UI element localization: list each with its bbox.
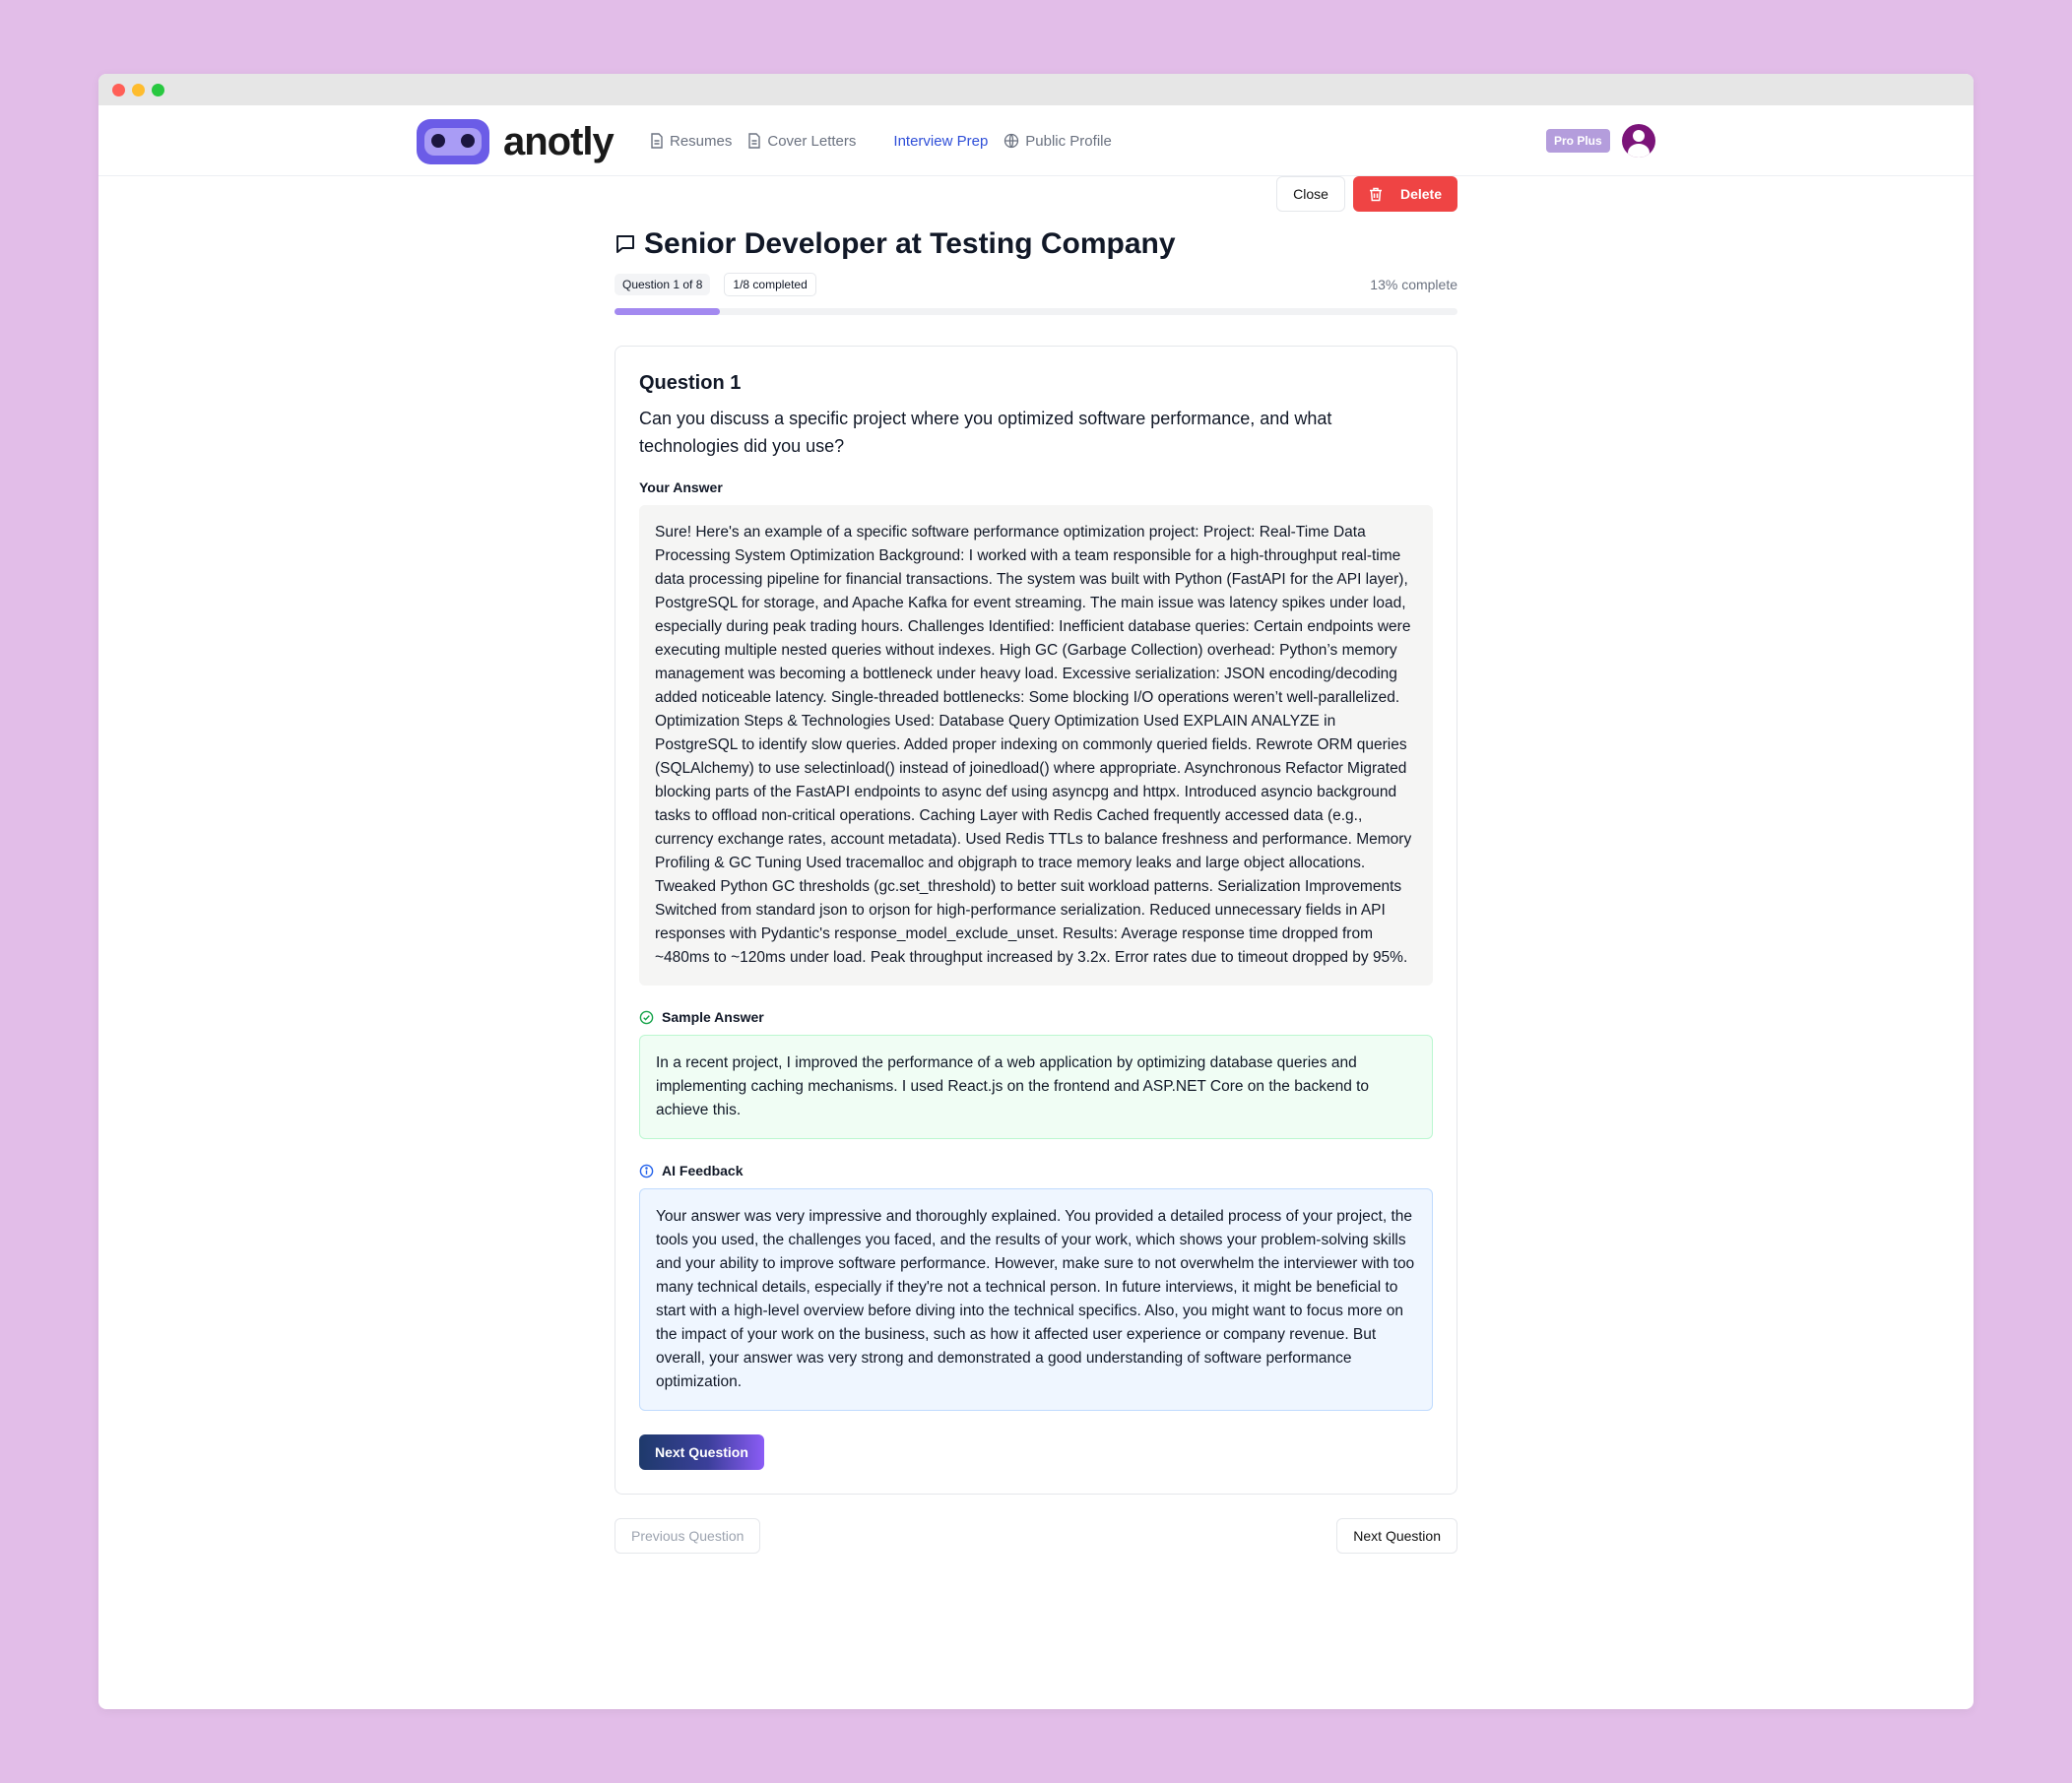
header-actions: Close Delete: [615, 176, 1457, 214]
next-question-footer-button[interactable]: Next Question: [1336, 1518, 1457, 1554]
percent-complete: 13% complete: [1370, 277, 1457, 292]
avatar[interactable]: [1621, 124, 1655, 158]
main-nav: Resumes Cover Letters Interview Prep Pub…: [650, 105, 1128, 176]
ai-feedback-text: Your answer was very impressive and thor…: [639, 1188, 1433, 1411]
nav-right: Pro Plus: [1546, 105, 1655, 176]
globe-icon: [1004, 133, 1019, 149]
plan-badge: Pro Plus: [1546, 129, 1610, 153]
question-text: Can you discuss a specific project where…: [639, 409, 1332, 456]
nav-item-cover-letters[interactable]: Cover Letters: [747, 133, 856, 150]
next-question-button[interactable]: Next Question: [639, 1434, 764, 1470]
logo-text: anotly: [503, 119, 615, 163]
app-logo[interactable]: anotly: [417, 119, 615, 164]
question-pagination: Previous Question Next Question: [615, 1518, 1457, 1554]
nav-item-public-profile[interactable]: Public Profile: [1004, 133, 1112, 150]
delete-button[interactable]: Delete: [1352, 176, 1457, 212]
browser-window: anotly Resumes Cover Letters Interview P…: [98, 74, 1974, 1709]
previous-question-button[interactable]: Previous Question: [615, 1518, 761, 1554]
close-button[interactable]: Close: [1276, 176, 1345, 212]
completed-counter-badge: 1/8 completed: [724, 273, 816, 296]
nav-label: Resumes: [670, 132, 733, 150]
main-content: Close Delete Senior Developer at Testing…: [615, 176, 1457, 1554]
nav-label: Cover Letters: [767, 132, 857, 150]
sample-answer-text: In a recent project, I improved the perf…: [639, 1035, 1433, 1139]
trash-icon: [1369, 187, 1382, 201]
page-title-row: Senior Developer at Testing Company: [615, 227, 1457, 261]
progress-bar: [615, 308, 1457, 315]
your-answer-label: Your Answer: [639, 479, 723, 495]
sample-answer-label-text: Sample Answer: [662, 1009, 764, 1025]
your-answer-text: Sure! Here's an example of a specific so…: [639, 505, 1433, 986]
ai-feedback-label: AI Feedback: [639, 1163, 1433, 1178]
top-navbar: anotly Resumes Cover Letters Interview P…: [98, 105, 1974, 176]
progress-bar-fill: [615, 308, 720, 315]
question-counter-badge: Question 1 of 8: [615, 274, 711, 295]
nav-item-interview-prep[interactable]: Interview Prep: [893, 133, 988, 150]
minimize-window-button[interactable]: [132, 84, 145, 96]
question-card: Question 1 Can you discuss a specific pr…: [615, 346, 1457, 1495]
progress-meta: Question 1 of 8 1/8 completed 13% comple…: [615, 273, 1457, 296]
ai-feedback-label-text: AI Feedback: [662, 1163, 744, 1178]
page-title: Senior Developer at Testing Company: [644, 227, 1176, 260]
document-icon: [748, 133, 761, 149]
nav-label: Public Profile: [1025, 132, 1112, 150]
window-titlebar: [98, 74, 1974, 105]
chat-bubble-icon: [616, 235, 634, 253]
robot-logo-icon: [417, 119, 489, 164]
document-icon: [651, 133, 663, 149]
info-circle-icon: [639, 1164, 654, 1178]
check-circle-icon: [639, 1010, 654, 1024]
nav-item-resumes[interactable]: Resumes: [650, 133, 732, 150]
nav-label: Interview Prep: [893, 132, 989, 150]
maximize-window-button[interactable]: [152, 84, 164, 96]
delete-label: Delete: [1399, 186, 1442, 202]
sample-answer-label: Sample Answer: [639, 1009, 1433, 1025]
close-window-button[interactable]: [112, 84, 125, 96]
question-heading: Question 1: [639, 372, 742, 394]
